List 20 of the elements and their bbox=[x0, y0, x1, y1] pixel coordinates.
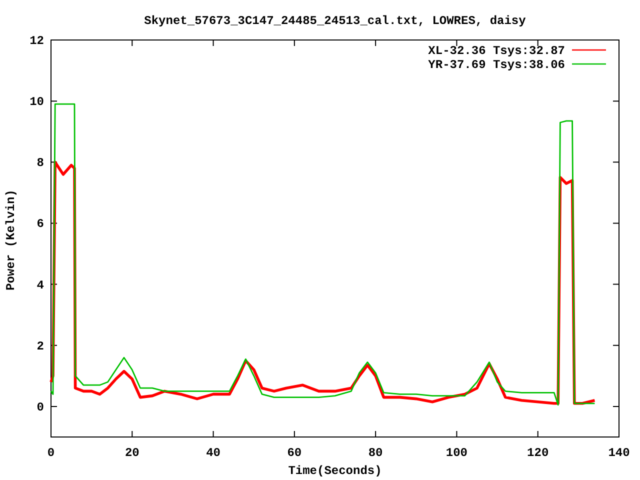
chart-title: Skynet_57673_3C147_24485_24513_cal.txt, LOWRES, daisy bbox=[144, 14, 526, 28]
x-tick-label: 140 bbox=[608, 446, 630, 460]
legend-label: XL-32.36 Tsys:32.87 bbox=[428, 44, 565, 58]
y-tick-label: 10 bbox=[30, 95, 44, 110]
x-tick-label: 120 bbox=[527, 446, 549, 460]
y-tick-label: 4 bbox=[36, 278, 44, 292]
x-tick-label: 0 bbox=[47, 446, 55, 460]
y-axis-label: Power (Kelvin) bbox=[4, 190, 18, 290]
y-tick-label: 8 bbox=[36, 156, 44, 170]
y-tick-label: 6 bbox=[36, 217, 44, 232]
x-tick-label: 20 bbox=[124, 446, 140, 460]
y-tick-label: 0 bbox=[36, 400, 44, 414]
x-tick-label: 40 bbox=[206, 446, 220, 460]
y-tick-label: 12 bbox=[30, 34, 44, 48]
legend-label: YR-37.69 Tsys:38.06 bbox=[428, 58, 565, 72]
x-tick-label: 60 bbox=[287, 446, 302, 460]
x-tick-label: 100 bbox=[446, 446, 468, 460]
x-tick-label: 80 bbox=[368, 446, 383, 460]
x-axis-label: Time(Seconds) bbox=[288, 464, 382, 478]
y-tick-label: 2 bbox=[36, 339, 44, 354]
